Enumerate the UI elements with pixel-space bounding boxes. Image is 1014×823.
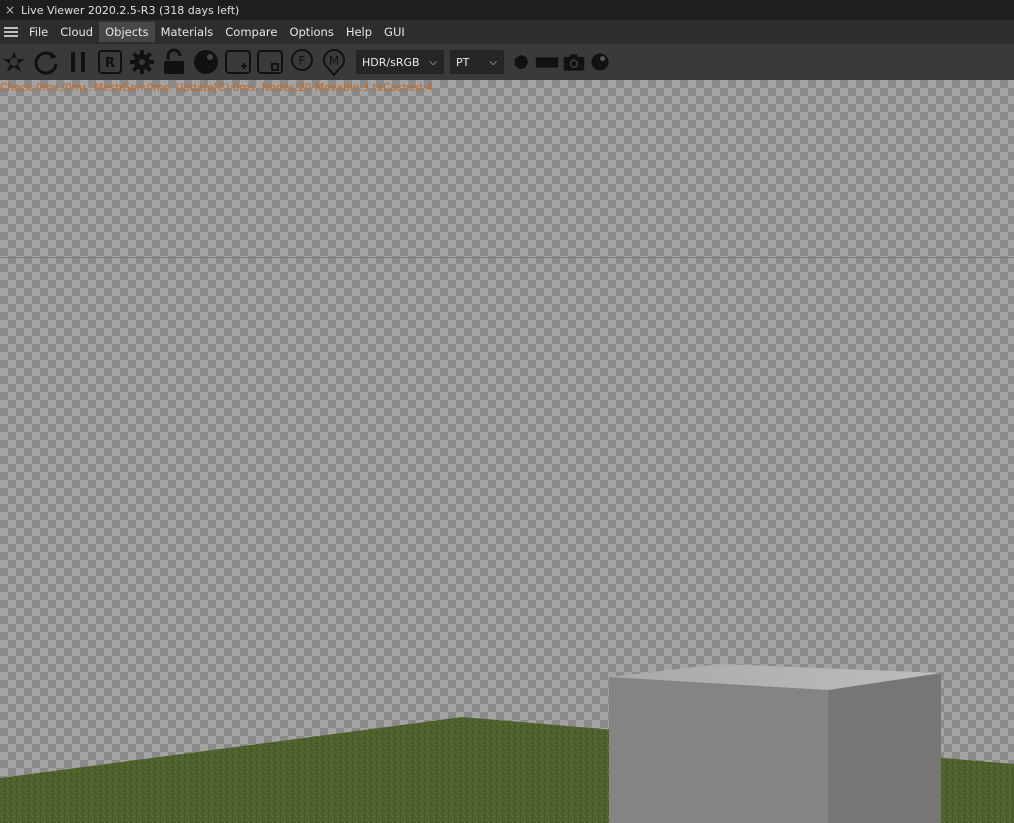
menu-materials[interactable]: Materials [155,22,220,42]
hamburger-menu-icon[interactable] [4,27,18,37]
horizon-line [0,257,1014,258]
focus-region-icon[interactable] [256,48,284,76]
sphere-icon[interactable] [192,48,220,76]
focus-pick-icon[interactable]: F [288,48,316,76]
window-title: Live Viewer 2020.2.5-R3 (318 days left) [21,3,240,17]
add-region-icon[interactable] [224,48,252,76]
toolbar: R F M HDR/sRGB ⌵ PT ⌵ [0,44,1014,80]
menu-compare[interactable]: Compare [219,22,283,42]
title-bar: × Live Viewer 2020.2.5-R3 (318 days left… [0,0,1014,20]
close-icon[interactable]: × [2,3,18,17]
menu-file[interactable]: File [23,22,54,42]
menu-objects[interactable]: Objects [99,22,155,42]
unlock-icon[interactable] [160,48,188,76]
gear-icon[interactable] [128,48,156,76]
menu-gui[interactable]: GUI [378,22,411,42]
render-stats: Check:0ms./0ms. MeshGen:0ms. Update[C]:0… [0,82,433,94]
cube-front-face [609,677,828,823]
material-pick-icon[interactable]: M [320,48,348,76]
cube-side-face [828,673,941,823]
camera-icon[interactable] [562,48,586,76]
chevron-down-icon: ⌵ [429,56,437,68]
aperture-icon[interactable] [0,48,28,76]
svg-text:R: R [105,56,115,71]
tonemap-select-value: HDR/sRGB [362,55,420,69]
menu-options[interactable]: Options [283,22,339,42]
kernel-select[interactable]: PT ⌵ [450,50,504,74]
lens-icon[interactable] [510,48,532,76]
pause-icon[interactable] [64,48,92,76]
render-scene [0,664,1014,823]
menu-cloud[interactable]: Cloud [54,22,99,42]
svg-text:M: M [329,54,339,68]
svg-text:F: F [299,54,306,68]
kernel-select-value: PT [456,55,470,69]
tonemap-select[interactable]: HDR/sRGB ⌵ [356,50,444,74]
ball-icon[interactable] [588,48,612,76]
film-icon[interactable] [534,48,560,76]
render-region-icon[interactable]: R [96,48,124,76]
menu-help[interactable]: Help [340,22,378,42]
refresh-icon[interactable] [32,48,60,76]
chevron-down-icon: ⌵ [489,56,497,68]
render-viewport[interactable]: Check:0ms./0ms. MeshGen:0ms. Update[C]:0… [0,80,1014,823]
menu-bar: File Cloud Objects Materials Compare Opt… [0,20,1014,44]
